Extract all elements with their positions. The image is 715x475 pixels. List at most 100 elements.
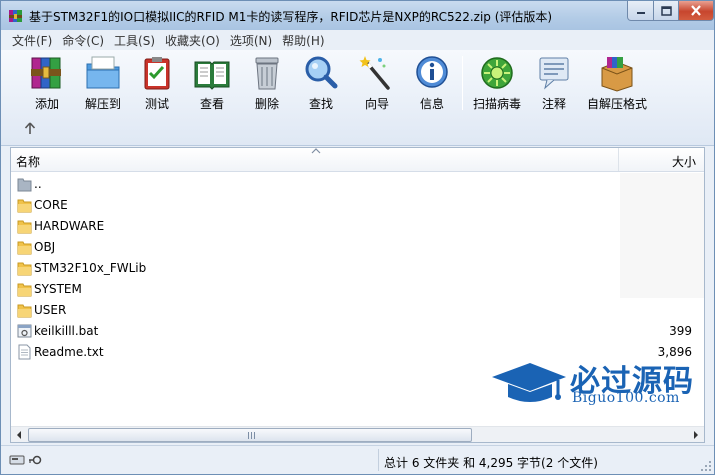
trash-can-icon <box>255 57 279 90</box>
scrollbar-grip <box>248 432 256 439</box>
sfx-button[interactable]: 自解压格式 <box>585 54 649 112</box>
folder-icon <box>17 304 32 318</box>
info-button[interactable]: 信息 <box>412 54 452 112</box>
file-rows: .. CORE HARDWARE OBJ STM32F10x_FWLib SYS… <box>11 174 704 363</box>
folder-icon <box>17 262 32 276</box>
file-name: .. <box>34 177 42 191</box>
extract-to-label: 解压到 <box>84 97 121 111</box>
file-name: keilkilll.bat <box>34 324 99 338</box>
virus-scan-button[interactable]: 扫描病毒 <box>471 54 523 112</box>
info-label: 信息 <box>419 97 444 111</box>
folder-icon <box>17 283 32 297</box>
test-label: 测试 <box>144 97 169 111</box>
winrar-app-icon[interactable] <box>8 8 24 24</box>
file-size: 399 <box>669 324 692 338</box>
scroll-right-button[interactable] <box>688 427 704 443</box>
sfx-box-icon <box>601 57 633 92</box>
file-name: HARDWARE <box>34 219 105 233</box>
list-item-file[interactable]: keilkilll.bat 399 <box>11 321 704 342</box>
minimize-button[interactable] <box>627 1 654 21</box>
file-name: SYSTEM <box>34 282 82 296</box>
extract-folder-icon <box>86 56 120 89</box>
delete-button[interactable]: 删除 <box>247 54 287 112</box>
folder-icon <box>17 241 32 255</box>
file-name: STM32F10x_FWLib <box>34 261 147 275</box>
resize-grip-icon[interactable] <box>700 460 712 472</box>
magnifier-icon <box>305 56 338 89</box>
toolbar: 添加 解压到 测试 查看 删除 查找 向导 信息 扫描病毒 注释 自解压格式 <box>1 50 714 146</box>
list-item-folder[interactable]: CORE <box>11 195 704 216</box>
menu-help[interactable]: 帮助(H) <box>277 32 329 49</box>
archive-books-icon <box>31 57 61 89</box>
menu-options[interactable]: 选项(N) <box>225 32 277 49</box>
add-label: 添加 <box>34 97 59 111</box>
minimize-icon <box>636 11 645 14</box>
sfx-label: 自解压格式 <box>586 97 647 111</box>
file-name: CORE <box>34 198 68 212</box>
drive-key-icon[interactable] <box>9 454 49 466</box>
folder-icon <box>17 199 32 213</box>
view-book-icon <box>194 61 230 90</box>
name-column-header[interactable]: 名称 <box>11 148 619 171</box>
virus-scan-label: 扫描病毒 <box>472 97 521 111</box>
size-column-label: 大小 <box>671 155 696 169</box>
add-button[interactable]: 添加 <box>27 54 67 112</box>
find-button[interactable]: 查找 <box>301 54 341 112</box>
scroll-left-button[interactable] <box>11 427 27 443</box>
batch-file-icon <box>17 324 32 338</box>
virus-scan-icon <box>481 57 513 89</box>
watermark: 必过源码 Biguo100.com <box>490 357 700 409</box>
test-button[interactable]: 测试 <box>137 54 177 112</box>
extract-to-button[interactable]: 解压到 <box>81 54 125 112</box>
window-title: 基于STM32F1的IO口模拟IIC的RFID M1卡的读写程序，RFID芯片是… <box>29 10 553 24</box>
up-one-level-icon[interactable] <box>23 121 37 135</box>
find-label: 查找 <box>308 97 333 111</box>
scroll-right-icon <box>694 431 698 439</box>
list-header: 名称 大小 <box>11 148 704 172</box>
test-clipboard-icon <box>144 57 170 90</box>
scrollbar-thumb[interactable] <box>28 428 472 442</box>
text-file-icon <box>18 344 31 360</box>
file-name: OBJ <box>34 240 56 254</box>
list-item-parent[interactable]: .. <box>11 174 704 195</box>
wizard-wand-icon <box>359 56 390 90</box>
close-button[interactable] <box>678 1 714 21</box>
file-name: USER <box>34 303 67 317</box>
title-bar[interactable]: 基于STM32F1的IO口模拟IIC的RFID M1卡的读写程序，RFID芯片是… <box>1 1 714 30</box>
delete-label: 删除 <box>254 97 279 111</box>
sort-ascending-icon <box>311 148 321 154</box>
status-bar: 总计 6 文件夹 和 4,295 字节(2 个文件) <box>1 445 714 474</box>
file-name: Readme.txt <box>34 345 104 359</box>
graduation-cap-icon <box>492 363 566 402</box>
size-column-header[interactable]: 大小 <box>620 148 704 171</box>
menu-bar: 文件(F) 命令(C) 工具(S) 收藏夹(O) 选项(N) 帮助(H) <box>1 30 714 50</box>
status-separator <box>378 449 379 471</box>
maximize-button[interactable] <box>653 1 679 21</box>
maximize-icon <box>660 5 672 16</box>
view-button[interactable]: 查看 <box>191 54 233 112</box>
watermark-subtitle: Biguo100.com <box>572 390 680 406</box>
scroll-left-icon <box>17 431 21 439</box>
menu-favorites[interactable]: 收藏夹(O) <box>160 32 225 49</box>
comment-button[interactable]: 注释 <box>534 54 574 112</box>
wizard-label: 向导 <box>364 97 389 111</box>
comment-icon <box>539 57 569 90</box>
info-icon <box>416 56 448 88</box>
parent-folder-icon <box>17 178 32 192</box>
menu-tools[interactable]: 工具(S) <box>109 32 160 49</box>
view-label: 查看 <box>199 97 224 111</box>
list-item-folder[interactable]: HARDWARE <box>11 216 704 237</box>
winrar-window: 基于STM32F1的IO口模拟IIC的RFID M1卡的读写程序，RFID芯片是… <box>0 0 715 475</box>
list-item-folder[interactable]: STM32F10x_FWLib <box>11 258 704 279</box>
name-column-label: 名称 <box>16 155 41 169</box>
status-summary: 总计 6 文件夹 和 4,295 字节(2 个文件) <box>384 456 598 470</box>
wizard-button[interactable]: 向导 <box>357 54 397 112</box>
list-item-folder[interactable]: USER <box>11 300 704 321</box>
menu-command[interactable]: 命令(C) <box>57 32 109 49</box>
list-item-folder[interactable]: SYSTEM <box>11 279 704 300</box>
comment-label: 注释 <box>541 97 566 111</box>
menu-file[interactable]: 文件(F) <box>7 32 57 49</box>
folder-icon <box>17 220 32 234</box>
horizontal-scrollbar[interactable] <box>11 426 704 442</box>
list-item-folder[interactable]: OBJ <box>11 237 704 258</box>
